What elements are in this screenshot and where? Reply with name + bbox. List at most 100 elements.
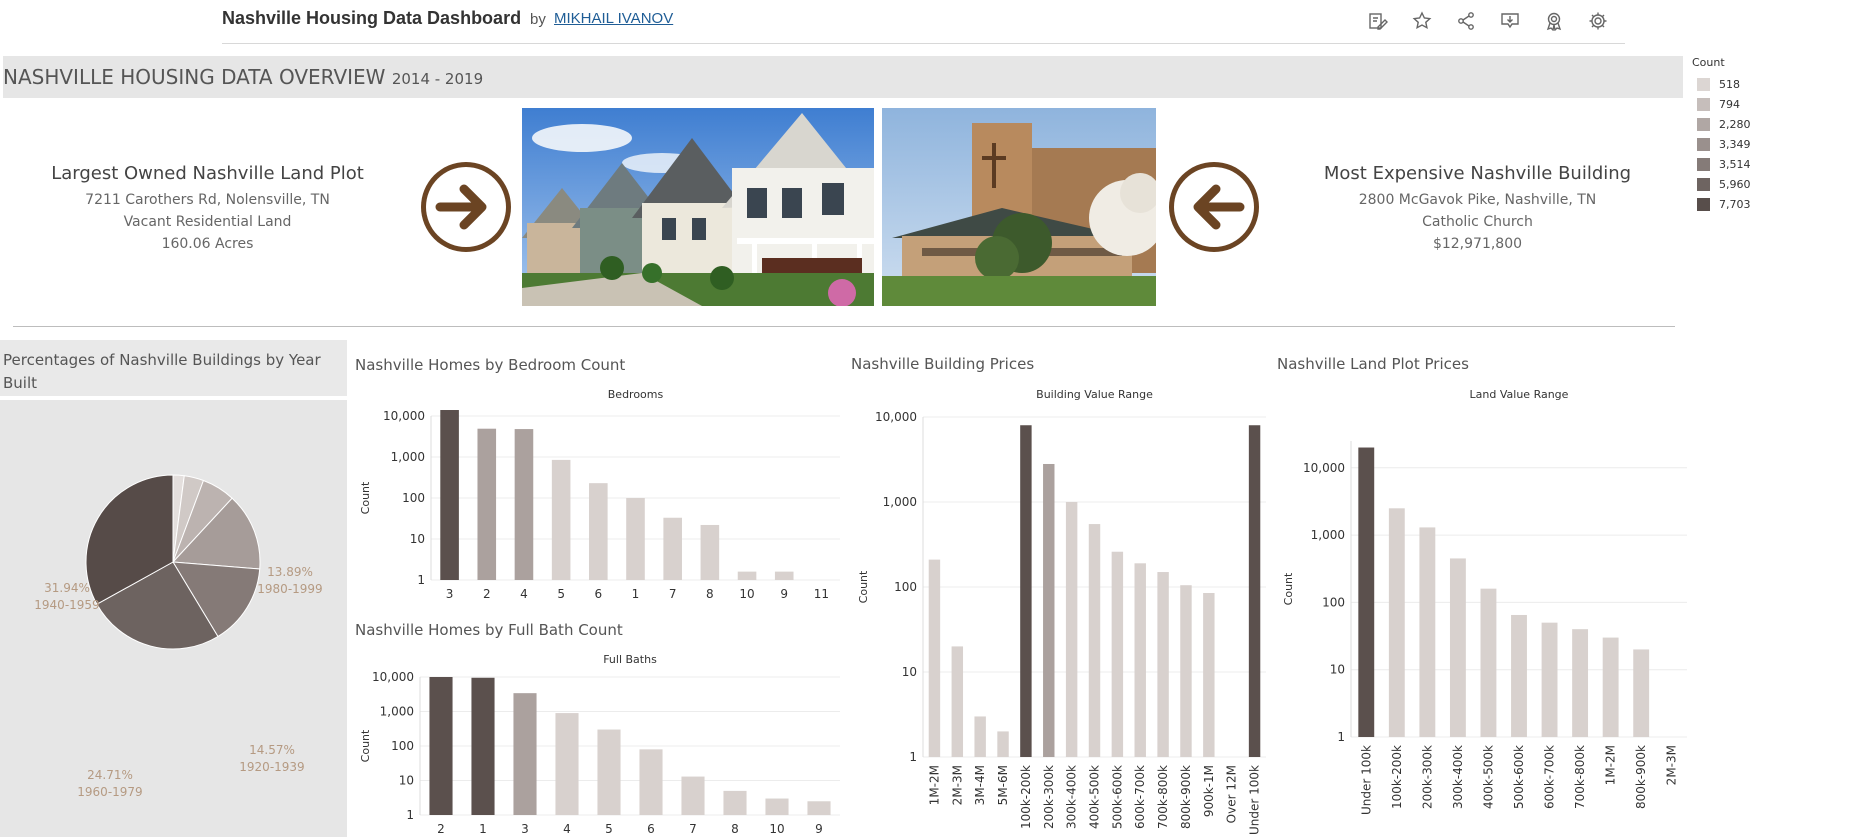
edit-icon[interactable]	[1365, 10, 1391, 32]
land-chart-title: Nashville Land Plot Prices	[1277, 355, 1469, 373]
x-tick-label: 400k-500k	[1481, 745, 1495, 809]
bar[interactable]	[681, 776, 705, 815]
bar[interactable]	[1480, 588, 1497, 737]
author-link[interactable]: MIKHAIL IVANOV	[554, 10, 673, 27]
x-tick-label: 5M-6M	[996, 765, 1010, 805]
x-tick-label: 2M-3M	[1665, 745, 1679, 785]
x-tick-label: 900k-1M	[1202, 765, 1216, 817]
chart-axis-title: Building Value Range	[1036, 388, 1153, 401]
badge-icon[interactable]	[1541, 10, 1567, 32]
x-tick-label: 7	[669, 587, 677, 601]
x-tick-label: 700k-800k	[1156, 765, 1170, 829]
largest-plot-title: Largest Owned Nashville Land Plot	[51, 163, 364, 184]
share-icon[interactable]	[1453, 10, 1479, 32]
land-price-bar-chart: Land Value Range 1 10 100 1,000 10,000 Count Un…	[1282, 388, 1687, 815]
bar[interactable]	[663, 517, 682, 580]
bar[interactable]	[513, 693, 537, 815]
bar[interactable]	[1358, 447, 1375, 737]
y-tick-label: 10	[1330, 663, 1345, 677]
count-legend: Count 518 794 2,280 3,349 3,514 5,960 7,703	[1692, 56, 1842, 214]
building-price-bar-chart: Building Value Range 1 10 100 1,000 10,000 Cou…	[857, 388, 1266, 835]
bar[interactable]	[928, 559, 941, 757]
bar[interactable]	[1511, 614, 1527, 737]
x-tick-label: 300k-400k	[1065, 765, 1079, 829]
bar[interactable]	[1449, 558, 1466, 737]
bar[interactable]	[477, 428, 497, 580]
largest-plot-info: Largest Owned Nashville Land Plot 7211 C…	[20, 163, 395, 255]
legend-item[interactable]: 7,703	[1692, 194, 1842, 214]
legend-label: 3,514	[1719, 157, 1751, 171]
bar[interactable]	[1602, 637, 1619, 737]
bar[interactable]	[1065, 502, 1078, 757]
most-expensive-value: $12,971,800	[1432, 236, 1523, 252]
bar[interactable]	[1043, 463, 1055, 757]
legend-item[interactable]: 5,960	[1692, 174, 1842, 194]
bar[interactable]	[597, 729, 621, 815]
bar[interactable]	[429, 677, 453, 815]
legend-label: 2,280	[1719, 117, 1751, 131]
largest-plot-address: 7211 Carothers Rd, Nolensville, TN	[85, 192, 330, 208]
x-tick-label: 10	[739, 587, 754, 601]
bar[interactable]	[1203, 592, 1215, 757]
viz-title: Nashville Housing Data Dashboard	[222, 8, 522, 28]
legend-item[interactable]: 3,514	[1692, 154, 1842, 174]
bar[interactable]	[723, 790, 747, 815]
bar[interactable]	[765, 798, 789, 815]
y-tick-label: 10,000	[1303, 461, 1345, 475]
overview-years: 2014 - 2019	[391, 70, 484, 88]
bar[interactable]	[951, 646, 964, 757]
bar[interactable]	[1157, 572, 1169, 757]
most-expensive-title: Most Expensive Nashville Building	[1323, 163, 1632, 184]
bar[interactable]	[440, 410, 459, 580]
bar[interactable]	[1388, 508, 1405, 737]
bar[interactable]	[1180, 585, 1192, 757]
bar[interactable]	[807, 801, 831, 815]
bar[interactable]	[639, 749, 663, 815]
bar[interactable]	[589, 483, 608, 580]
legend-item[interactable]: 794	[1692, 94, 1842, 114]
bar[interactable]	[1541, 622, 1558, 737]
x-tick-label: 5	[557, 587, 565, 601]
bar[interactable]	[1111, 551, 1124, 757]
y-tick-label: 1,000	[391, 450, 425, 464]
bar[interactable]	[774, 571, 794, 580]
section-divider	[13, 326, 1675, 327]
bar[interactable]	[551, 459, 571, 580]
x-tick-label: Under 100k	[1359, 745, 1373, 815]
pie-percent-label: 24.71%	[87, 768, 133, 782]
year-built-header: Percentages of Nashville Buildings by Ye…	[0, 340, 347, 400]
bar[interactable]	[555, 713, 579, 815]
bar[interactable]	[514, 429, 534, 580]
bar[interactable]	[1020, 425, 1032, 757]
bar[interactable]	[737, 571, 757, 580]
x-tick-label: 800k-900k	[1179, 765, 1193, 829]
x-tick-label: 8	[706, 587, 714, 601]
x-tick-label: 400k-500k	[1088, 765, 1102, 829]
bar[interactable]	[1088, 524, 1101, 757]
bar[interactable]	[626, 498, 645, 580]
legend-items: 518 794 2,280 3,349 3,514 5,960 7,703	[1692, 74, 1842, 214]
bar[interactable]	[1419, 527, 1436, 737]
legend-item[interactable]: 2,280	[1692, 114, 1842, 134]
bar[interactable]	[471, 677, 495, 815]
bedrooms-chart-title: Nashville Homes by Bedroom Count	[355, 356, 626, 374]
download-icon[interactable]	[1497, 10, 1523, 32]
legend-item[interactable]: 518	[1692, 74, 1842, 94]
chart-axis-title: Land Value Range	[1470, 388, 1569, 401]
bar[interactable]	[974, 716, 986, 757]
x-tick-label: 700k-800k	[1573, 745, 1587, 809]
settings-gear-icon[interactable]	[1585, 10, 1611, 32]
bar[interactable]	[997, 731, 1009, 757]
chart-axis-title: Full Baths	[603, 653, 657, 666]
bar[interactable]	[700, 524, 720, 580]
bar[interactable]	[1248, 425, 1261, 757]
bar[interactable]	[1633, 649, 1650, 737]
bar[interactable]	[1134, 563, 1146, 757]
legend-swatch	[1697, 177, 1710, 191]
fullbath-chart-title: Nashville Homes by Full Bath Count	[355, 621, 623, 639]
legend-label: 3,349	[1719, 137, 1751, 151]
favorite-star-icon[interactable]	[1409, 10, 1435, 32]
largest-plot-size: 160.06 Acres	[161, 236, 254, 252]
bar[interactable]	[1572, 629, 1589, 737]
legend-item[interactable]: 3,349	[1692, 134, 1842, 154]
